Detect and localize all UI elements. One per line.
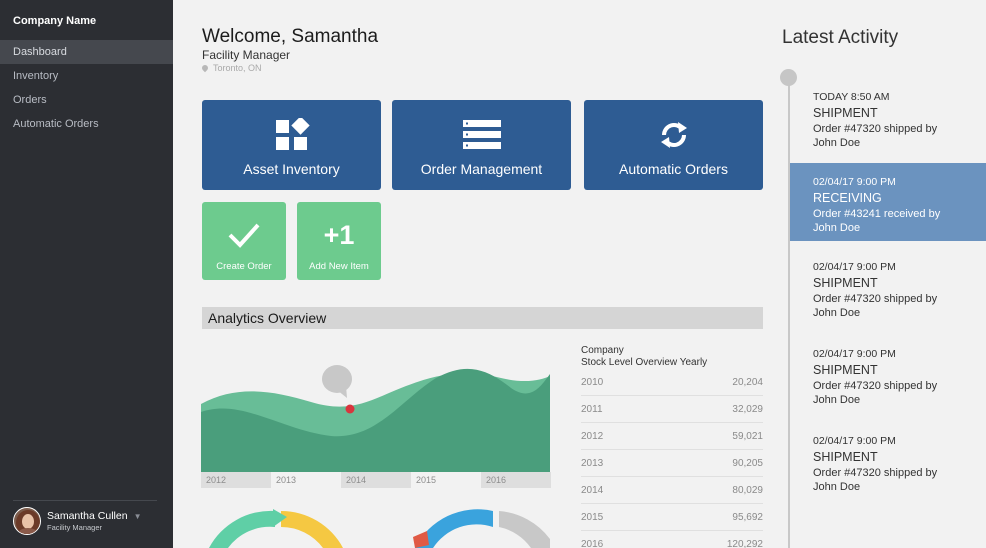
activity-title: Latest Activity — [782, 27, 899, 48]
activity-desc: Order #43241 received by John Doe — [813, 208, 941, 234]
analytics-header: Analytics Overview — [202, 307, 763, 329]
activity-item[interactable]: 02/04/17 9:00 PM SHIPMENT Order #47320 s… — [790, 422, 986, 500]
stock-year: 2014 — [581, 484, 604, 496]
sidebar-nav: Dashboard Inventory Orders Automatic Ord… — [0, 40, 173, 136]
sidebar: Company Name Dashboard Inventory Orders … — [0, 0, 173, 548]
sidebar-item-dashboard[interactable]: Dashboard — [0, 40, 173, 64]
stock-value: 120,292 — [726, 538, 763, 548]
refresh-icon — [660, 122, 687, 148]
stock-value: 80,029 — [732, 484, 763, 496]
user-divider — [13, 500, 157, 501]
stock-value: 20,204 — [732, 376, 763, 388]
donut1-green — [209, 510, 275, 548]
sidebar-item-automatic-orders[interactable]: Automatic Orders — [0, 112, 173, 136]
user-menu[interactable]: Samantha Cullen ▼ Facility Manager — [13, 507, 141, 535]
stock-year: 2012 — [581, 430, 604, 442]
plus-one-icon: +1 — [323, 220, 355, 250]
activity-item[interactable]: 02/04/17 9:00 PM SHIPMENT Order #47320 s… — [790, 335, 986, 413]
asset-inventory-label: Asset Inventory — [243, 161, 340, 177]
automatic-orders-label: Automatic Orders — [619, 161, 728, 177]
location: Toronto, ON — [200, 63, 262, 73]
donut1-yellow — [281, 510, 343, 548]
checkmark-icon — [228, 223, 260, 248]
donut2-red — [413, 531, 429, 548]
stock-year: 2013 — [581, 457, 604, 469]
stock-year: 2016 — [581, 538, 604, 548]
activity-type: SHIPMENT — [813, 450, 878, 464]
activity-type: RECEIVING — [813, 191, 882, 205]
stock-title: Company Stock Level Overview Yearly — [581, 345, 707, 369]
table-row: 2011 32,029 — [581, 396, 763, 423]
activity-time: 02/04/17 9:00 PM — [813, 176, 896, 188]
asset-inventory-tile[interactable]: Asset Inventory — [202, 100, 381, 190]
x-label: 2016 — [481, 472, 551, 488]
activity-time: TODAY 8:50 AM — [813, 91, 890, 103]
user-role: Facility Manager — [47, 523, 103, 532]
order-management-label: Order Management — [420, 161, 543, 177]
main-content: Welcome, Samantha Facility Manager Toron… — [173, 0, 765, 548]
activity-desc: Order #47320 shipped by John Doe — [813, 123, 938, 149]
stock-value: 95,692 — [732, 511, 763, 523]
stock-title-line2: Stock Level Overview Yearly — [581, 357, 708, 368]
sidebar-item-orders[interactable]: Orders — [0, 88, 173, 112]
add-new-item-tile[interactable]: +1 Add New Item — [297, 202, 381, 280]
list-icon — [462, 120, 501, 149]
x-label: 2013 — [276, 475, 297, 485]
x-label: 2015 — [416, 475, 437, 485]
activity-item[interactable]: 02/04/17 9:00 PM SHIPMENT Order #47320 s… — [790, 248, 986, 326]
tooltip-bubble — [322, 365, 352, 393]
create-order-tile[interactable]: Create Order — [202, 202, 286, 280]
activity-time: 02/04/17 9:00 PM — [813, 348, 896, 360]
activity-item[interactable]: 02/04/17 9:00 PM RECEIVING Order #43241 … — [790, 163, 986, 241]
stock-year: 2010 — [581, 376, 604, 388]
user-name: Samantha Cullen — [47, 510, 128, 522]
table-row: 2014 80,029 — [581, 477, 763, 504]
pin-icon — [200, 63, 210, 73]
order-management-tile[interactable]: Order Management — [392, 100, 571, 190]
user-title: Facility Manager — [202, 48, 291, 62]
stock-value: 90,205 — [732, 457, 763, 469]
page-title: Welcome, Samantha — [202, 26, 379, 47]
analytics-title: Analytics Overview — [208, 310, 327, 326]
activity-item[interactable]: TODAY 8:50 AM SHIPMENT Order #47320 ship… — [790, 78, 986, 156]
activity-time: 02/04/17 9:00 PM — [813, 261, 896, 273]
blocks-icon — [275, 118, 310, 150]
stock-table: 2010 20,204 2011 32,029 2012 59,021 2013 90,… — [581, 369, 763, 548]
table-row: 2016 120,292 — [581, 531, 763, 548]
stock-value: 32,029 — [732, 403, 763, 415]
brand-name: Company Name — [13, 15, 97, 27]
area-chart — [201, 365, 550, 472]
table-row: 2013 90,205 — [581, 450, 763, 477]
activity-desc: Order #47320 shipped by John Doe — [813, 380, 938, 406]
add-new-item-label: Add New Item — [309, 261, 369, 272]
stock-year: 2015 — [581, 511, 604, 523]
automatic-orders-tile[interactable]: Automatic Orders — [584, 100, 763, 190]
sidebar-item-inventory[interactable]: Inventory — [0, 64, 173, 88]
stock-title-line1: Company — [581, 345, 624, 356]
stock-value: 59,021 — [732, 430, 763, 442]
activity-type: SHIPMENT — [813, 276, 878, 290]
chart-x-axis: 2012 2013 2014 2015 2016 — [201, 472, 551, 488]
avatar — [13, 507, 41, 535]
x-label: 2012 — [201, 472, 271, 488]
activity-desc: Order #47320 shipped by John Doe — [813, 467, 938, 493]
activity-desc: Order #47320 shipped by John Doe — [813, 293, 938, 319]
stock-year: 2011 — [581, 403, 603, 415]
activity-type: SHIPMENT — [813, 363, 878, 377]
chart-marker — [345, 404, 355, 414]
donut-charts — [209, 509, 550, 548]
table-row: 2015 95,692 — [581, 504, 763, 531]
chevron-down-icon[interactable]: ▼ — [134, 512, 142, 521]
activity-time: 02/04/17 9:00 PM — [813, 435, 896, 447]
location-text: Toronto, ON — [213, 63, 262, 73]
table-row: 2010 20,204 — [581, 369, 763, 396]
create-order-label: Create Order — [216, 261, 272, 272]
table-row: 2012 59,021 — [581, 423, 763, 450]
activity-panel: Latest Activity TODAY 8:50 AM SHIPMENT O… — [765, 0, 986, 548]
activity-type: SHIPMENT — [813, 106, 878, 120]
x-label: 2014 — [341, 472, 411, 488]
donut2-grey — [499, 511, 550, 548]
